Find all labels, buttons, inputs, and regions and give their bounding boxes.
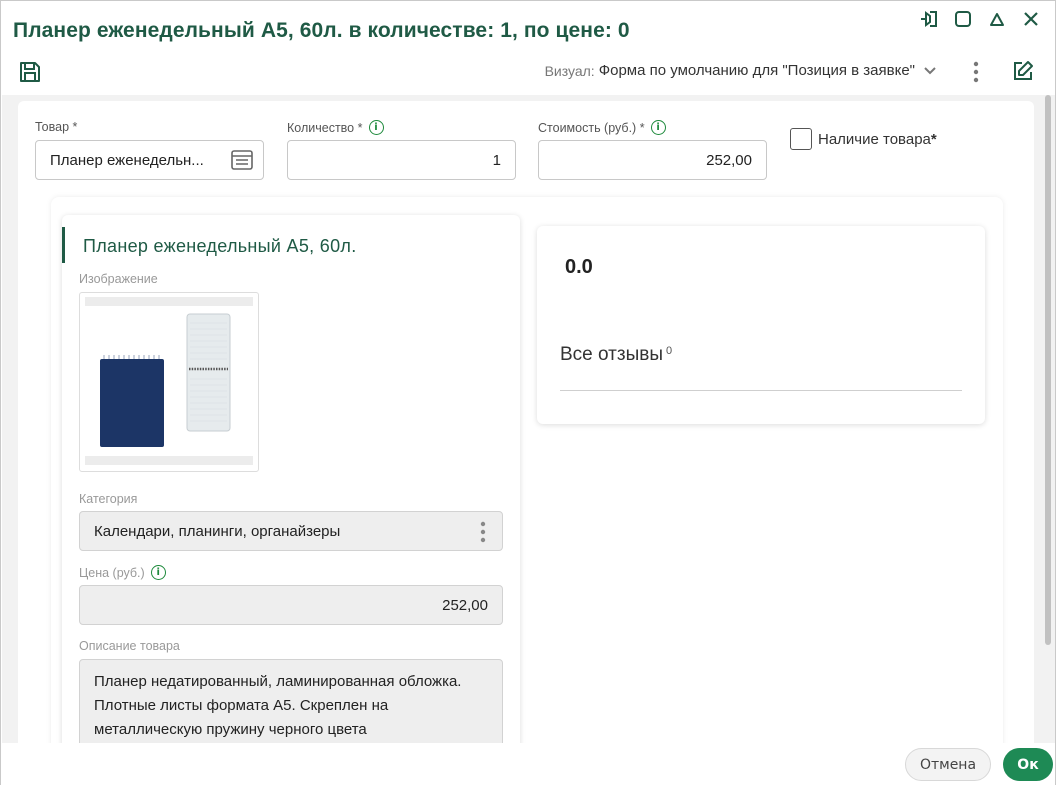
price-label: Цена (руб.) i [79,565,166,580]
vertical-scrollbar[interactable] [1045,95,1051,645]
more-vertical-icon[interactable] [969,59,983,85]
cost-input[interactable]: 252,00 [538,140,767,180]
save-icon[interactable] [17,59,43,85]
close-icon[interactable] [1021,9,1041,29]
description-label: Описание товара [79,639,180,653]
dialog-window: Планер еженедельный А5, 60л. в количеств… [0,0,1056,785]
cost-label: Стоимость (руб.) * i [538,120,666,135]
category-label: Категория [79,492,138,506]
category-field[interactable]: Календари, планинги, органайзеры [79,511,503,551]
collapse-icon[interactable] [987,9,1007,29]
chevron-down-icon[interactable] [923,64,937,78]
lookup-list-icon[interactable] [231,150,253,170]
reviews-card: 0.0 Все отзывы 0 [537,226,985,424]
availability-label: Наличие товара* [818,131,937,148]
dialog-title: Планер еженедельный А5, 60л. в количеств… [13,19,630,42]
visual-selector[interactable]: Визуал: Форма по умолчанию для "Позиция … [545,62,937,79]
price-field: 252,00 [79,585,503,625]
visual-label: Визуал: [544,62,595,79]
reviews-count: 0 [666,345,673,357]
product-card: Планер еженедельный А5, 60л. Изображение [62,215,520,743]
dialog-footer: Отмена Ок [1,743,1055,785]
title-accent [62,227,65,263]
maximize-icon[interactable] [953,9,973,29]
visual-value: Форма по умолчанию для "Позиция в заявке… [598,62,915,79]
window-controls [919,9,1041,29]
rating-value: 0.0 [565,256,593,278]
image-label: Изображение [79,272,158,286]
product-lookup-field[interactable]: Планер еженедельн... [35,140,264,180]
quantity-input[interactable]: 1 [287,140,516,180]
category-value: Календари, планинги, органайзеры [94,522,341,540]
pin-icon[interactable] [919,9,939,29]
description-field: Планер недатированный, ламинированная об… [79,659,503,743]
form-panel: Товар * Планер еженедельн... Количество … [18,101,1034,743]
product-label: Товар * [35,120,78,134]
ok-button[interactable]: Ок [1003,748,1053,781]
availability-checkbox[interactable] [790,128,812,150]
product-card-title: Планер еженедельный А5, 60л. [83,236,357,256]
divider [560,390,962,391]
more-vertical-icon[interactable] [480,520,486,544]
info-icon[interactable]: i [368,120,384,135]
product-value: Планер еженедельн... [50,151,204,169]
edit-icon[interactable] [1009,57,1037,85]
cancel-button[interactable]: Отмена [905,748,991,781]
info-icon[interactable]: i [650,120,666,135]
info-icon[interactable]: i [150,565,166,580]
all-reviews-link[interactable]: Все отзывы 0 [560,344,672,366]
content-area: Товар * Планер еженедельн... Количество … [2,95,1055,743]
quantity-label: Количество * i [287,120,384,135]
product-image[interactable] [79,292,259,472]
